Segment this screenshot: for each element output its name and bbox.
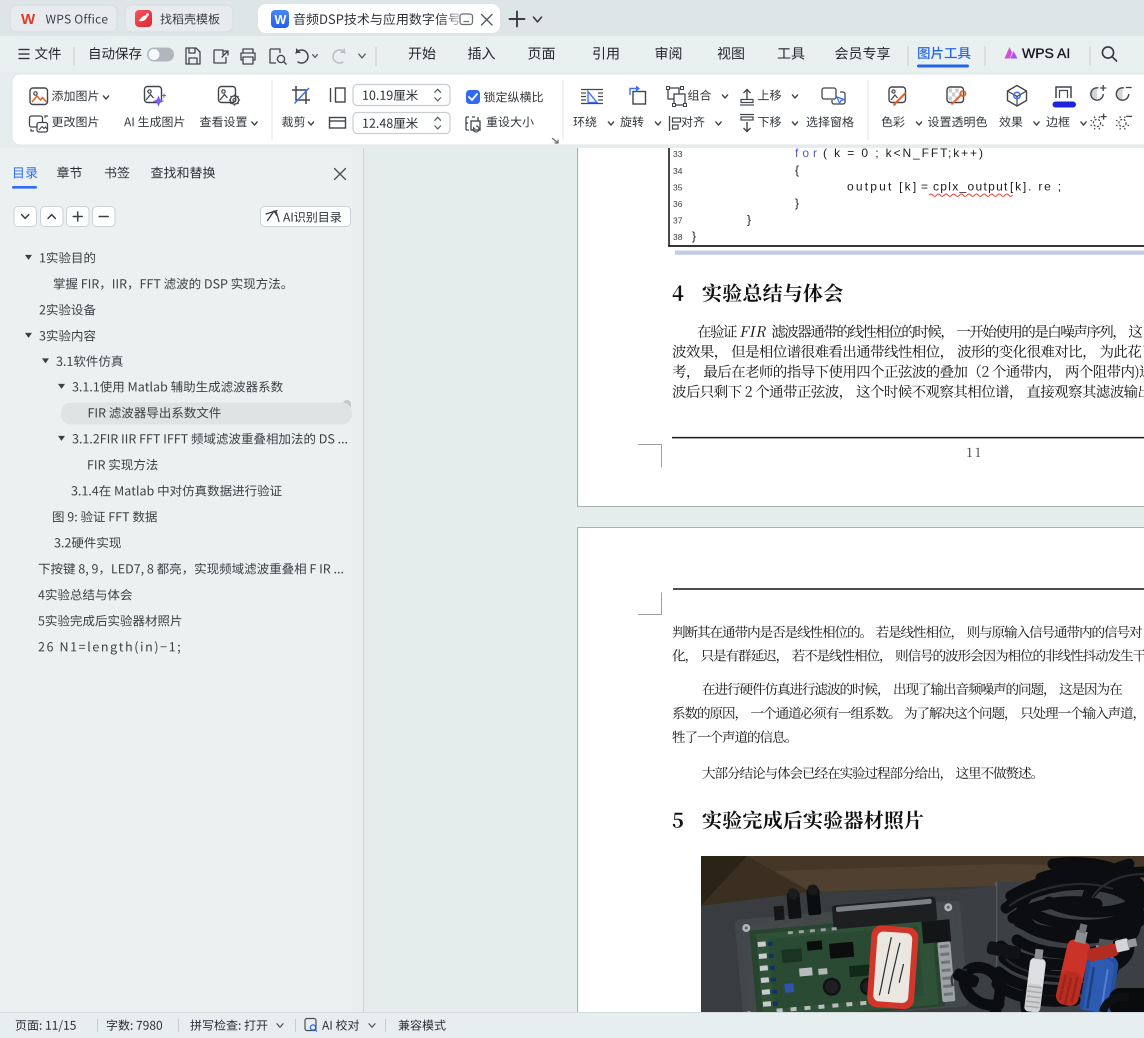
svg-text:33: 33 <box>673 149 683 159</box>
svg-text:output [k]: output [k] <box>847 179 918 193</box>
svg-text:{: { <box>795 163 800 177</box>
svg-text:}: } <box>747 213 752 227</box>
svg-text:}: } <box>692 229 697 243</box>
svg-text:[k]. re ;: [k]. re ; <box>1010 179 1063 193</box>
svg-text:cplx_output: cplx_output <box>933 179 1009 193</box>
svg-text:=: = <box>921 179 928 193</box>
svg-text:for: for <box>795 146 821 160</box>
svg-text:36: 36 <box>673 199 683 209</box>
svg-text:W: W <box>21 11 36 28</box>
svg-text:}: } <box>795 196 800 210</box>
svg-text:( k = 0 ; k<N_FFT;k++): ( k = 0 ; k<N_FFT;k++) <box>823 146 985 160</box>
svg-text:34: 34 <box>673 166 683 176</box>
svg-text:38: 38 <box>673 232 683 242</box>
svg-text:WPS AI: WPS AI <box>1022 45 1070 61</box>
svg-text:35: 35 <box>673 182 683 192</box>
svg-text:W: W <box>275 13 287 27</box>
svg-text:37: 37 <box>673 216 683 226</box>
